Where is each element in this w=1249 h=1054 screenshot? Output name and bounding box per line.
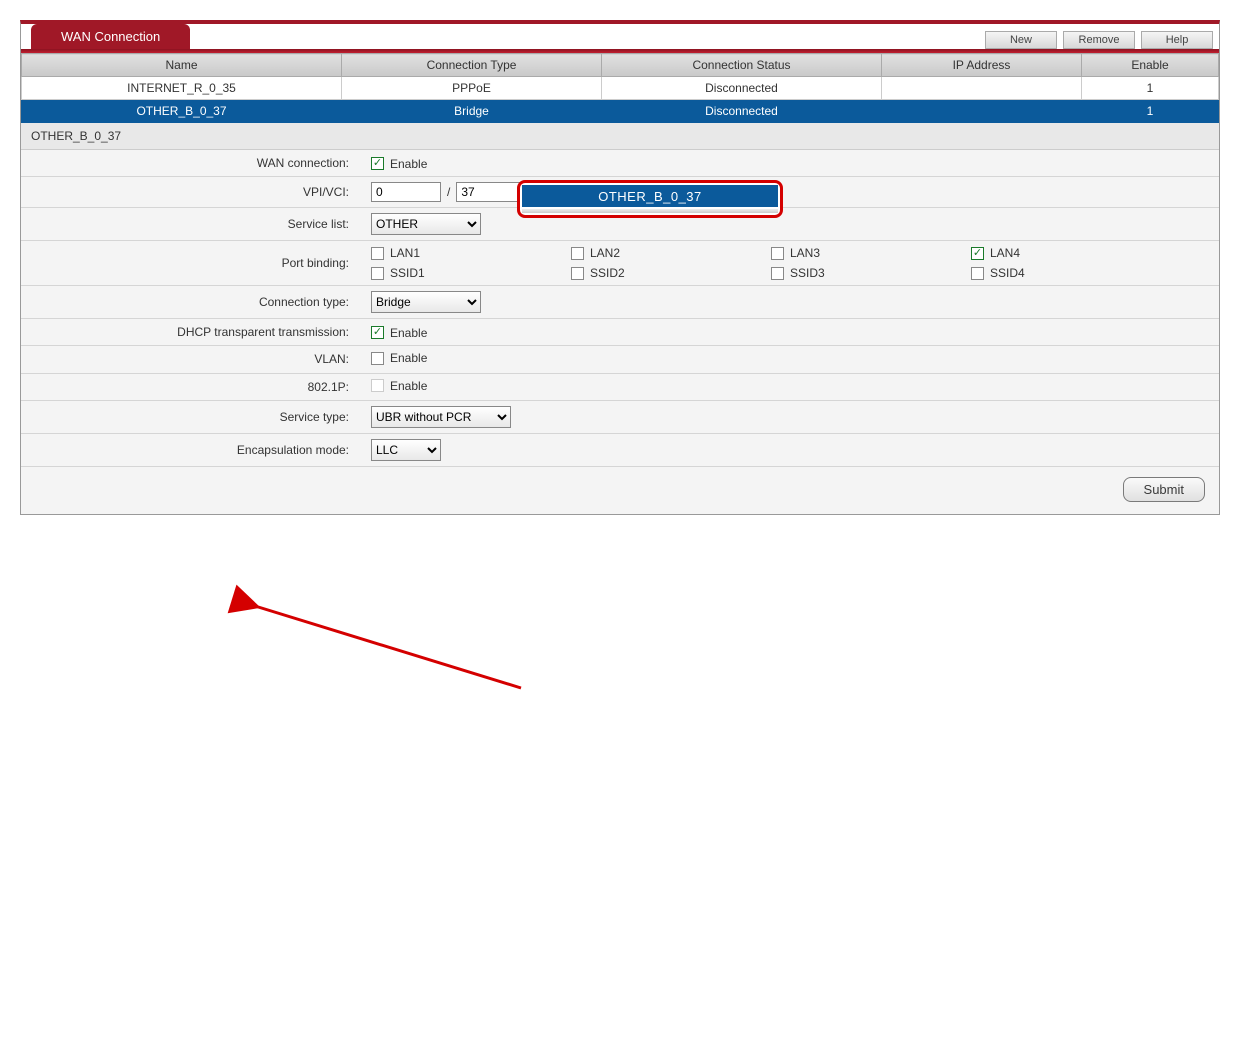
label-8021p: 802.1P: <box>21 373 361 401</box>
col-enable: Enable <box>1082 54 1219 77</box>
cell-type: PPPoE <box>342 77 602 100</box>
label-wan-connection: WAN connection: <box>21 150 361 177</box>
port-ssid1[interactable]: SSID1 <box>371 266 571 280</box>
cell-status: Disconnected <box>602 100 882 123</box>
remove-button[interactable]: Remove <box>1063 31 1135 49</box>
help-button[interactable]: Help <box>1141 31 1213 49</box>
label-vlan: VLAN: <box>21 346 361 374</box>
annotation-text: OTHER_B_0_37 <box>522 185 778 207</box>
annotation-arrow <box>21 514 1221 1054</box>
port-ssid4[interactable]: SSID4 <box>971 266 1171 280</box>
table-row[interactable]: OTHER_B_0_37 Bridge Disconnected 1 <box>22 100 1219 123</box>
vci-input[interactable] <box>456 182 526 202</box>
encapsulation-select[interactable]: LLC <box>371 439 441 461</box>
connection-type-select[interactable]: Bridge <box>371 291 481 313</box>
cell-ip <box>882 77 1082 100</box>
cell-type: Bridge <box>342 100 602 123</box>
label-encap: Encapsulation mode: <box>21 434 361 467</box>
cell-ip <box>882 100 1082 123</box>
wan-enable-text: Enable <box>390 157 427 171</box>
8021p-enable-checkbox[interactable]: Enable <box>371 379 471 393</box>
submit-button[interactable]: Submit <box>1123 477 1205 502</box>
wan-enable-checkbox[interactable]: ✓ Enable <box>371 157 471 171</box>
port-ssid2[interactable]: SSID2 <box>571 266 771 280</box>
port-lan4[interactable]: ✓LAN4 <box>971 246 1171 260</box>
cell-status: Disconnected <box>602 77 882 100</box>
tab-wan-connection[interactable]: WAN Connection <box>31 24 190 49</box>
port-binding-grid: LAN1 LAN2 LAN3 ✓LAN4 SSID1 SSID2 SSID3 S… <box>371 246 1209 280</box>
port-lan2[interactable]: LAN2 <box>571 246 771 260</box>
cell-enable: 1 <box>1082 77 1219 100</box>
service-type-select[interactable]: UBR without PCR <box>371 406 511 428</box>
label-service-type: Service type: <box>21 401 361 434</box>
vpi-vci-slash: / <box>447 185 450 199</box>
cell-enable: 1 <box>1082 100 1219 123</box>
wan-connection-panel: WAN Connection New Remove Help Name Conn… <box>20 20 1220 515</box>
new-button[interactable]: New <box>985 31 1057 49</box>
dhcp-enable-checkbox[interactable]: ✓ Enable <box>371 326 471 340</box>
col-type: Connection Type <box>342 54 602 77</box>
submit-row: Submit <box>21 467 1219 514</box>
label-connection-type: Connection type: <box>21 286 361 319</box>
label-vpi-vci: VPI/VCI: <box>21 177 361 208</box>
vpi-input[interactable] <box>371 182 441 202</box>
section-title: OTHER_B_0_37 <box>21 123 1219 150</box>
port-lan3[interactable]: LAN3 <box>771 246 971 260</box>
cell-name: INTERNET_R_0_35 <box>22 77 342 100</box>
label-dhcp: DHCP transparent transmission: <box>21 319 361 346</box>
port-ssid3[interactable]: SSID3 <box>771 266 971 280</box>
port-lan1[interactable]: LAN1 <box>371 246 571 260</box>
vlan-enable-checkbox[interactable]: Enable <box>371 351 471 365</box>
top-buttons: New Remove Help <box>985 29 1219 49</box>
table-row[interactable]: INTERNET_R_0_35 PPPoE Disconnected 1 <box>22 77 1219 100</box>
annotation-callout: OTHER_B_0_37 <box>517 180 783 218</box>
col-ip: IP Address <box>882 54 1082 77</box>
col-name: Name <box>22 54 342 77</box>
label-service-list: Service list: <box>21 208 361 241</box>
label-port-binding: Port binding: <box>21 241 361 286</box>
col-status: Connection Status <box>602 54 882 77</box>
cell-name: OTHER_B_0_37 <box>22 100 342 123</box>
connections-table: Name Connection Type Connection Status I… <box>21 53 1219 123</box>
top-bar: WAN Connection New Remove Help <box>21 24 1219 49</box>
service-list-select[interactable]: OTHER <box>371 213 481 235</box>
